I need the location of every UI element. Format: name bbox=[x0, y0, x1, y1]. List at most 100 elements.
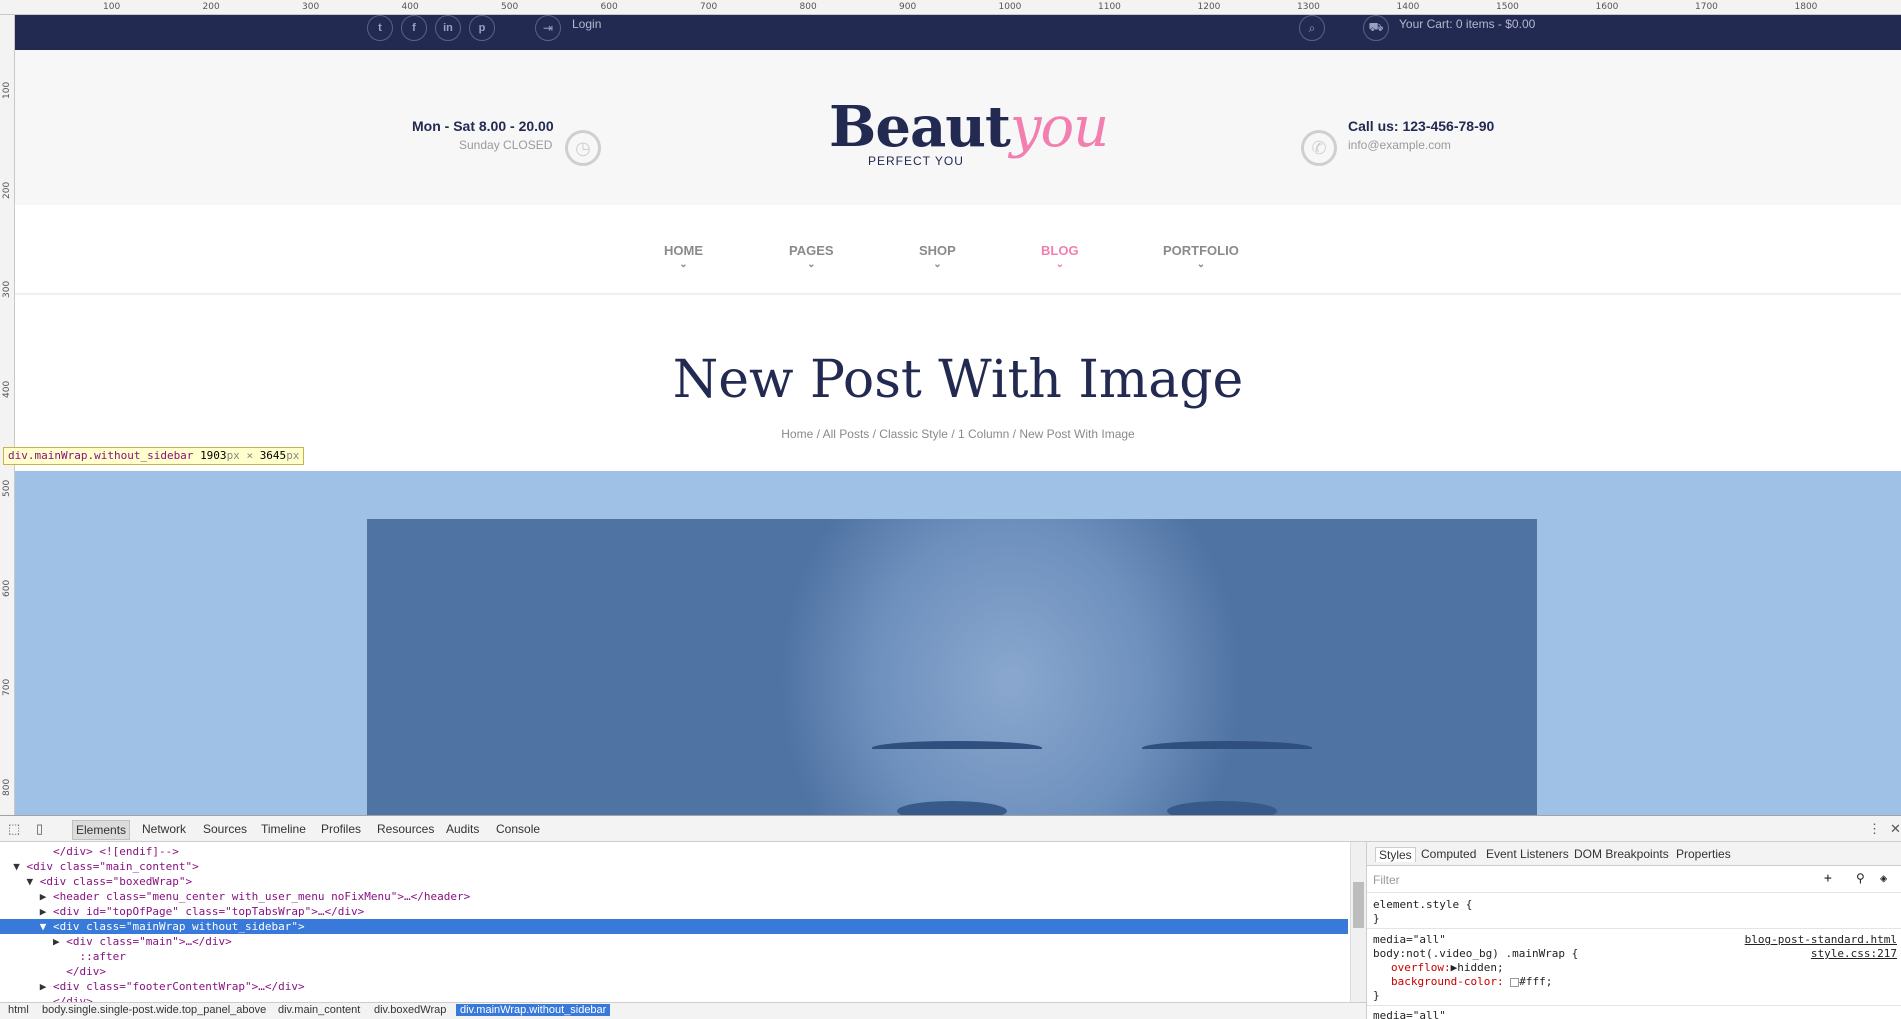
tab-dom-breakpoints[interactable]: DOM Breakpoints bbox=[1571, 847, 1672, 861]
expand-arrow-icon[interactable]: ▼ bbox=[0, 920, 53, 933]
ruler-top-label: 1800 bbox=[1794, 2, 1818, 12]
ruler-top-label: 800 bbox=[799, 2, 817, 12]
crumb-boxed-wrap[interactable]: div.boxedWrap bbox=[370, 1004, 450, 1016]
ruler-top: 100 200 300 400 500 600 700 800 900 1000 1100 1200 1… bbox=[0, 0, 1901, 15]
page-viewport: t f in p ⇥ Login ⌕ ⛟ Your Cart: 0 items … bbox=[15, 15, 1901, 815]
dom-line-selected[interactable]: ▼ <div class="mainWrap without_sidebar"> bbox=[0, 919, 1348, 934]
clock-icon: ◷ bbox=[565, 130, 601, 166]
ruler-top-label: 1600 bbox=[1595, 2, 1619, 12]
pinterest-icon[interactable]: p bbox=[469, 15, 495, 41]
call-email[interactable]: info@example.com bbox=[1348, 138, 1451, 152]
crumb-main-wrap[interactable]: div.mainWrap.without_sidebar bbox=[456, 1004, 611, 1016]
tab-timeline[interactable]: Timeline bbox=[258, 820, 309, 838]
ruler-left-label: 400 bbox=[2, 380, 12, 398]
tab-elements[interactable]: Elements bbox=[72, 820, 131, 840]
ruler-left-label: 500 bbox=[2, 479, 12, 497]
scrollbar-thumb[interactable] bbox=[1353, 882, 1364, 928]
facebook-icon[interactable]: f bbox=[401, 15, 427, 41]
ruler-top-label: 100 bbox=[103, 2, 121, 12]
chevron-down-icon: ⌄ bbox=[1055, 259, 1064, 270]
styles-tabs: Styles Computed Event Listeners DOM Brea… bbox=[1367, 842, 1901, 866]
dom-line[interactable]: ▶ <div class="main">…</div> bbox=[0, 934, 1348, 949]
inspect-element-icon[interactable]: ⬚ bbox=[8, 821, 20, 837]
eye-right bbox=[1167, 801, 1277, 815]
pin-icon[interactable]: ⚲ bbox=[1856, 871, 1865, 885]
element-style-open[interactable]: element.style { bbox=[1373, 898, 1472, 911]
expand-arrow-icon[interactable]: ▶ bbox=[0, 935, 66, 948]
tab-network[interactable]: Network bbox=[139, 820, 189, 838]
brow-right bbox=[1142, 741, 1312, 755]
rule-close: } bbox=[1373, 989, 1380, 1002]
nav-item-pages[interactable]: PAGES ⌄ bbox=[789, 243, 834, 270]
dom-line[interactable]: ▶ <header class="menu_center with_user_m… bbox=[0, 889, 1348, 904]
tab-profiles[interactable]: Profiles bbox=[318, 820, 364, 838]
site-header: Mon - Sat 8.00 - 20.00 Sunday CLOSED ◷ B… bbox=[15, 50, 1901, 205]
toggle-state-icon[interactable]: ◈ bbox=[1880, 871, 1887, 885]
device-mode-icon[interactable]: ▯ bbox=[36, 821, 43, 837]
tab-properties[interactable]: Properties bbox=[1673, 847, 1734, 861]
ruler-top-label: 200 bbox=[202, 2, 220, 12]
dom-tree-scrollbar[interactable] bbox=[1350, 842, 1366, 1002]
ruler-top-label: 1300 bbox=[1297, 2, 1320, 12]
rule-divider bbox=[1367, 928, 1901, 929]
rule-selector[interactable]: body:not(.video_bg) .mainWrap { bbox=[1373, 947, 1578, 960]
dom-tree[interactable]: </div> <![endif]--> ▼ <div class="main_c… bbox=[0, 842, 1348, 1002]
color-swatch[interactable] bbox=[1510, 977, 1520, 987]
dom-line[interactable]: ▼ <div class="main_content"> bbox=[0, 859, 1348, 874]
crumb-main-content[interactable]: div.main_content bbox=[274, 1004, 364, 1016]
source-css-link[interactable]: style.css:217 bbox=[1811, 947, 1897, 960]
styles-pane: Styles Computed Event Listeners DOM Brea… bbox=[1366, 842, 1901, 1019]
expand-arrow-icon[interactable]: ▶ bbox=[0, 905, 53, 918]
source-file-link[interactable]: blog-post-standard.html bbox=[1745, 933, 1897, 946]
dom-line[interactable]: ▶ <div id="topOfPage" class="topTabsWrap… bbox=[0, 904, 1348, 919]
add-rule-icon[interactable]: + bbox=[1824, 871, 1832, 886]
tab-sources[interactable]: Sources bbox=[200, 820, 250, 838]
dom-line[interactable]: ::after bbox=[0, 949, 1348, 964]
cart-link[interactable]: Your Cart: 0 items - $0.00 bbox=[1399, 17, 1535, 31]
tab-audits[interactable]: Audits bbox=[443, 820, 482, 838]
css-prop-overflow[interactable]: overflow:▶hidden; bbox=[1391, 961, 1504, 974]
site-logo[interactable]: Beautyou bbox=[829, 94, 1109, 160]
top-bar: t f in p ⇥ Login ⌕ ⛟ Your Cart: 0 items … bbox=[15, 15, 1901, 50]
close-icon[interactable]: ✕ bbox=[1890, 821, 1901, 837]
tab-resources[interactable]: Resources bbox=[374, 820, 437, 838]
expand-arrow-icon[interactable]: ▼ bbox=[0, 875, 40, 888]
styles-filter-input[interactable]: Filter bbox=[1373, 873, 1400, 887]
dom-line[interactable]: ▼ <div class="boxedWrap"> bbox=[0, 874, 1348, 889]
dom-node-text: <header class="menu_center with_user_men… bbox=[52, 890, 471, 903]
cart-icon[interactable]: ⛟ bbox=[1363, 15, 1389, 41]
chevron-down-icon: ⌄ bbox=[807, 259, 816, 270]
more-options-icon[interactable]: ⋮ bbox=[1868, 821, 1881, 837]
dom-line[interactable]: </div> <![endif]--> bbox=[0, 844, 1348, 859]
breadcrumb[interactable]: Home / All Posts / Classic Style / 1 Col… bbox=[15, 427, 1901, 441]
nav-item-portfolio[interactable]: PORTFOLIO ⌄ bbox=[1163, 243, 1239, 270]
css-prop-background-color[interactable]: background-color: #fff; bbox=[1391, 975, 1552, 988]
search-icon[interactable]: ⌕ bbox=[1299, 15, 1325, 41]
expand-arrow-icon[interactable]: ▼ bbox=[0, 860, 27, 873]
twitter-icon[interactable]: t bbox=[367, 15, 393, 41]
nav-item-shop[interactable]: SHOP ⌄ bbox=[919, 243, 956, 270]
expand-arrow-icon[interactable]: ▶ bbox=[0, 890, 53, 903]
ruler-top-label: 1100 bbox=[1098, 2, 1121, 12]
linkedin-icon[interactable]: in bbox=[435, 15, 461, 41]
crumb-html[interactable]: html bbox=[4, 1004, 33, 1016]
dom-node-text: <div class="main">…</div> bbox=[66, 935, 232, 948]
dom-line[interactable]: </div> bbox=[0, 964, 1348, 979]
tab-console[interactable]: Console bbox=[493, 820, 543, 838]
nav-item-blog[interactable]: BLOG ⌄ bbox=[1041, 243, 1079, 270]
ruler-left: 100 200 300 400 500 600 700 800 bbox=[0, 15, 15, 815]
tab-event-listeners[interactable]: Event Listeners bbox=[1483, 847, 1572, 861]
expand-arrow-icon[interactable]: ▶ bbox=[0, 980, 53, 993]
crumb-body[interactable]: body.single.single-post.wide.top_panel_a… bbox=[38, 1004, 270, 1016]
login-link[interactable]: Login bbox=[572, 17, 601, 31]
dom-line[interactable]: ▶ <div class="footerContentWrap">…</div> bbox=[0, 979, 1348, 994]
tab-styles[interactable]: Styles bbox=[1375, 847, 1416, 862]
dom-node-text: ::after bbox=[79, 950, 126, 963]
devtools-toolbar: ⬚ ▯ Elements Network Sources Timeline Pr… bbox=[0, 816, 1901, 842]
dom-line[interactable]: </div> bbox=[0, 994, 1348, 1002]
ruler-left-label: 800 bbox=[2, 778, 12, 796]
nav-item-home[interactable]: HOME ⌄ bbox=[664, 243, 703, 270]
tab-computed[interactable]: Computed bbox=[1418, 847, 1479, 861]
login-icon[interactable]: ⇥ bbox=[535, 15, 561, 41]
ruler-top-label: 1500 bbox=[1496, 2, 1519, 12]
